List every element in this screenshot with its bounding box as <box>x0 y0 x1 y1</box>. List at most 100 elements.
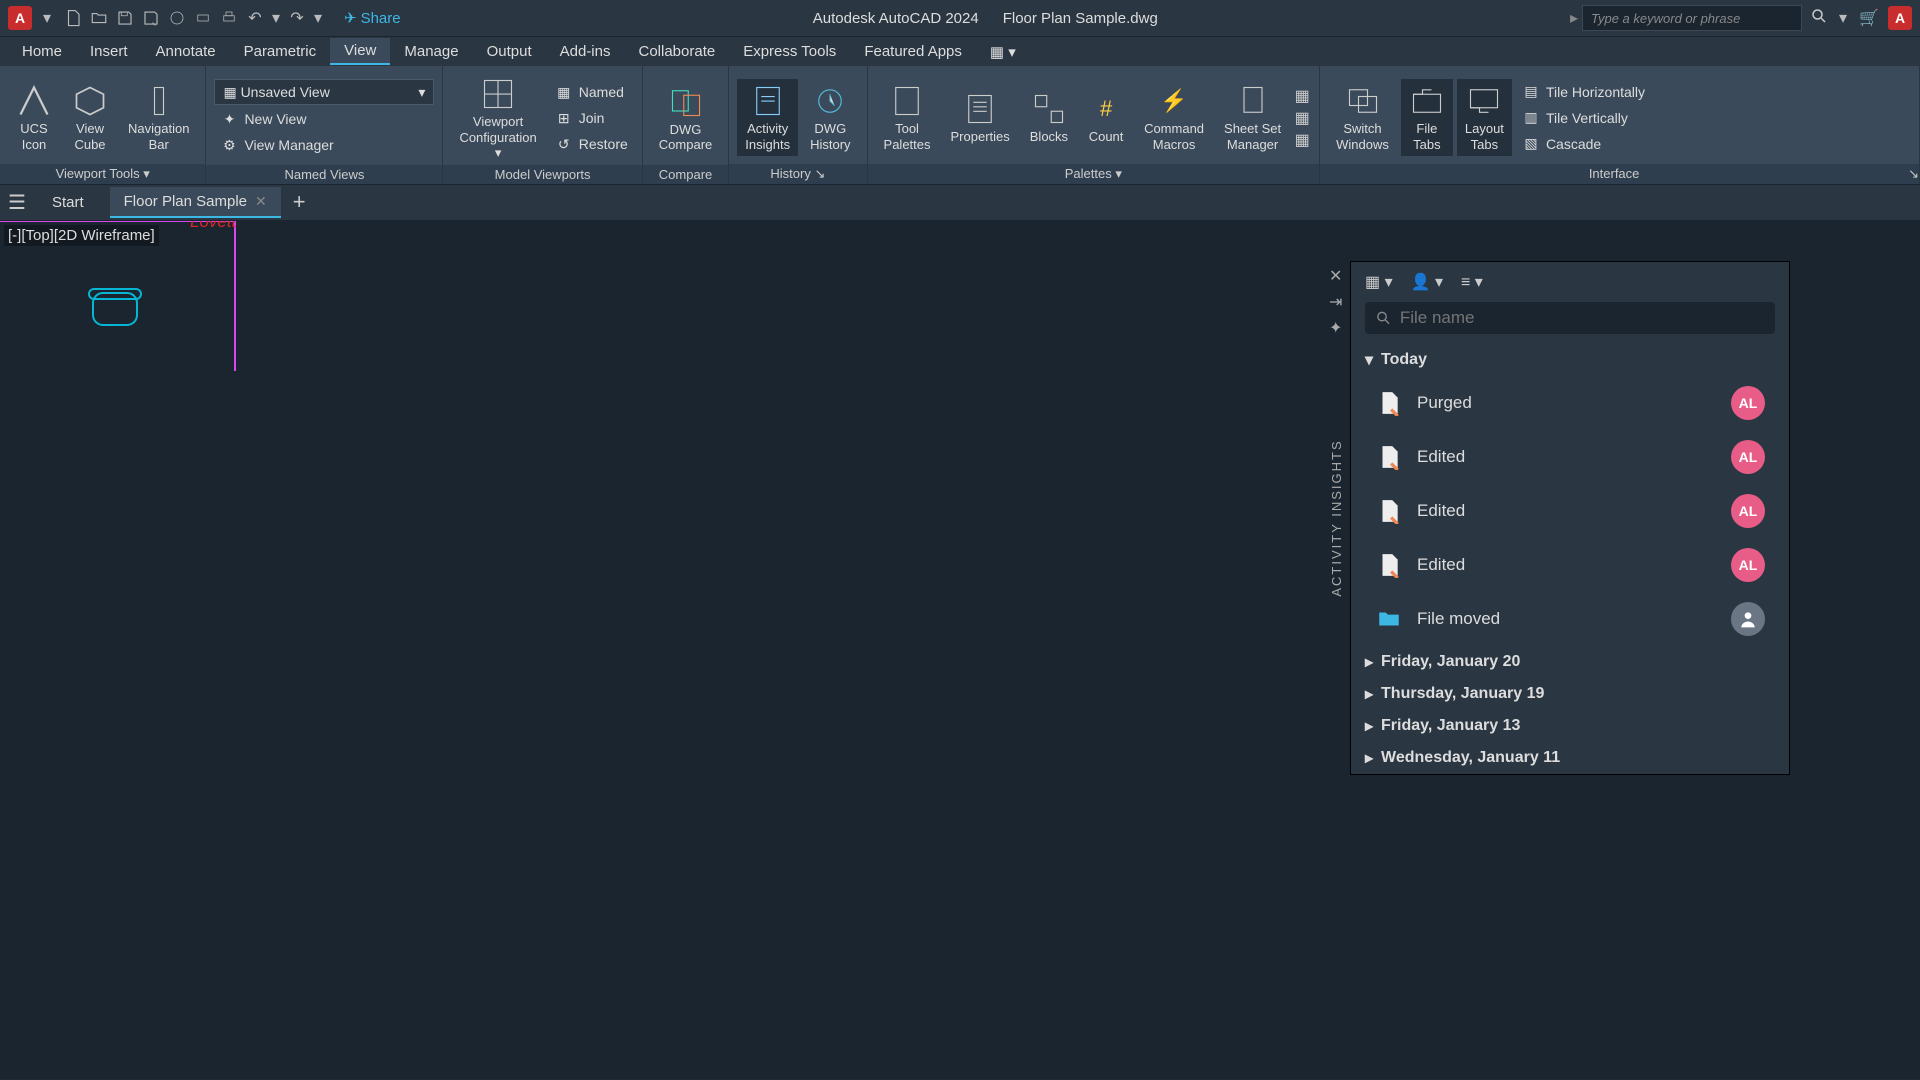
menu-parametric[interactable]: Parametric <box>230 39 331 64</box>
tile-horizontally-button[interactable]: ▤Tile Horizontally <box>1516 80 1651 104</box>
redo-icon[interactable]: ↷ <box>286 7 308 29</box>
sheet-set-button[interactable]: Sheet Set Manager <box>1216 79 1289 156</box>
cascade-button[interactable]: ▧Cascade <box>1516 132 1651 156</box>
app-logo[interactable]: A <box>8 6 32 30</box>
undo-icon[interactable]: ↶ <box>244 7 266 29</box>
panel-viewport-tools[interactable]: Viewport Tools ▾ <box>0 164 205 184</box>
menu-extras-icon[interactable]: ▦ ▾ <box>976 39 1030 65</box>
saveas-icon[interactable] <box>140 7 162 29</box>
avatar: AL <box>1731 548 1765 582</box>
join-button[interactable]: ⊞Join <box>549 106 634 130</box>
grid-view-icon[interactable]: ▦ ▾ <box>1365 272 1393 292</box>
palette-extra3-icon[interactable]: ▦ <box>1293 131 1311 149</box>
insights-item[interactable]: File moved <box>1351 592 1789 646</box>
tool-palettes-button[interactable]: Tool Palettes <box>876 79 939 156</box>
file-tabs-button[interactable]: File Tabs <box>1401 79 1453 156</box>
chevron-right-icon: ▸ <box>1365 748 1373 768</box>
section-thu19[interactable]: ▸Thursday, January 19 <box>1351 678 1789 710</box>
menu-view[interactable]: View <box>330 38 390 65</box>
viewport-config-button[interactable]: Viewport Configuration ▾ <box>451 72 544 165</box>
properties-button[interactable]: Properties <box>943 87 1018 149</box>
share-button[interactable]: ✈Share <box>344 9 401 27</box>
chevron-right-icon: ▸ <box>1365 684 1373 704</box>
count-button[interactable]: #Count <box>1080 87 1132 149</box>
app-menu-icon[interactable]: A <box>1888 6 1912 30</box>
panel-history[interactable]: History ↘ <box>729 164 866 184</box>
layout-tabs-button[interactable]: Layout Tabs <box>1457 79 1512 156</box>
view-cube-button[interactable]: View Cube <box>64 79 116 156</box>
hamburger-icon[interactable]: ☰ <box>8 190 26 215</box>
named-viewport-button[interactable]: ▦Named <box>549 80 634 104</box>
insights-item[interactable]: EditedAL <box>1351 538 1789 592</box>
insights-search[interactable] <box>1365 302 1775 334</box>
navigation-bar-button[interactable]: Navigation Bar <box>120 79 197 156</box>
menu-output[interactable]: Output <box>473 39 546 64</box>
activity-insights-button[interactable]: Activity Insights <box>737 79 798 156</box>
document-icon <box>1375 497 1403 525</box>
open-icon[interactable] <box>88 7 110 29</box>
insights-item-label: Edited <box>1417 501 1717 521</box>
tile-vertically-button[interactable]: ▥Tile Vertically <box>1516 106 1651 130</box>
ucs-icon-button[interactable]: UCS Icon <box>8 79 60 156</box>
avatar: AL <box>1731 386 1765 420</box>
panel-close-icon[interactable]: ✕ <box>1329 266 1342 286</box>
insights-item[interactable]: EditedAL <box>1351 484 1789 538</box>
file-name: Floor Plan Sample.dwg <box>1003 10 1158 27</box>
menu-addins[interactable]: Add-ins <box>546 39 625 64</box>
named-view-dropdown[interactable]: ▦ Unsaved View▾ <box>214 79 434 105</box>
cart-icon[interactable]: 🛒 <box>1858 7 1880 29</box>
panel-interface[interactable]: Interface ↘ <box>1320 164 1919 184</box>
menu-express[interactable]: Express Tools <box>729 39 850 64</box>
print-icon[interactable] <box>218 7 240 29</box>
section-fri20[interactable]: ▸Friday, January 20 <box>1351 646 1789 678</box>
user-filter-icon[interactable]: 👤 ▾ <box>1411 272 1443 292</box>
avatar <box>1731 602 1765 636</box>
tab-start[interactable]: Start <box>38 188 98 217</box>
panel-palettes[interactable]: Palettes ▾ <box>868 164 1320 184</box>
add-tab-icon[interactable]: + <box>293 189 306 215</box>
panel-dock-icon[interactable]: ⇥ <box>1329 292 1342 312</box>
plot-icon[interactable] <box>192 7 214 29</box>
menu-collaborate[interactable]: Collaborate <box>624 39 729 64</box>
insights-item-label: Edited <box>1417 447 1717 467</box>
palette-extra1-icon[interactable]: ▦ <box>1293 87 1311 105</box>
view-manager-button[interactable]: ⚙View Manager <box>214 133 434 157</box>
menu-insert[interactable]: Insert <box>76 39 142 64</box>
document-icon <box>1375 551 1403 579</box>
insights-item[interactable]: EditedAL <box>1351 430 1789 484</box>
list-filter-icon[interactable]: ≡ ▾ <box>1461 272 1483 292</box>
viewport-label[interactable]: [-][Top][2D Wireframe] <box>4 225 159 246</box>
command-macros-button[interactable]: ⚡Command Macros <box>1136 79 1212 156</box>
redo-dropdown-icon[interactable]: ▾ <box>312 7 324 29</box>
insights-search-input[interactable] <box>1400 308 1765 328</box>
dwg-history-button[interactable]: DWG History <box>802 79 858 156</box>
palette-extra2-icon[interactable]: ▦ <box>1293 109 1311 127</box>
restore-button[interactable]: ↺Restore <box>549 132 634 156</box>
menu-home[interactable]: Home <box>8 39 76 64</box>
menu-annotate[interactable]: Annotate <box>142 39 230 64</box>
section-fri13[interactable]: ▸Friday, January 13 <box>1351 710 1789 742</box>
save-icon[interactable] <box>114 7 136 29</box>
qat-dropdown-icon[interactable]: ▾ <box>36 7 58 29</box>
signin-dropdown-icon[interactable]: ▾ <box>1832 7 1854 29</box>
search-expand-icon[interactable]: ▸ <box>1570 8 1578 28</box>
section-today[interactable]: ▾Today <box>1351 344 1789 376</box>
undo-dropdown-icon[interactable]: ▾ <box>270 7 282 29</box>
switch-windows-button[interactable]: Switch Windows <box>1328 79 1397 156</box>
dwg-compare-button[interactable]: DWG Compare <box>651 80 720 157</box>
insights-item[interactable]: PurgedAL <box>1351 376 1789 430</box>
close-icon[interactable]: ✕ <box>255 193 267 210</box>
panel-settings-icon[interactable]: ✦ <box>1329 318 1342 338</box>
new-view-button[interactable]: ✦New View <box>214 107 434 131</box>
tab-current[interactable]: Floor Plan Sample✕ <box>110 187 281 218</box>
blocks-button[interactable]: Blocks <box>1022 87 1076 149</box>
search-icon[interactable] <box>1810 7 1828 30</box>
web-icon[interactable] <box>166 7 188 29</box>
menu-featured[interactable]: Featured Apps <box>850 39 976 64</box>
section-wed11[interactable]: ▸Wednesday, January 11 <box>1351 742 1789 774</box>
panel-named-views: Named Views <box>206 165 442 184</box>
search-input[interactable]: Type a keyword or phrase <box>1582 5 1802 31</box>
model-space[interactable]: [-][Top][2D Wireframe] PRINTER ISLAND605… <box>0 221 1920 1079</box>
menu-manage[interactable]: Manage <box>390 39 472 64</box>
new-icon[interactable] <box>62 7 84 29</box>
